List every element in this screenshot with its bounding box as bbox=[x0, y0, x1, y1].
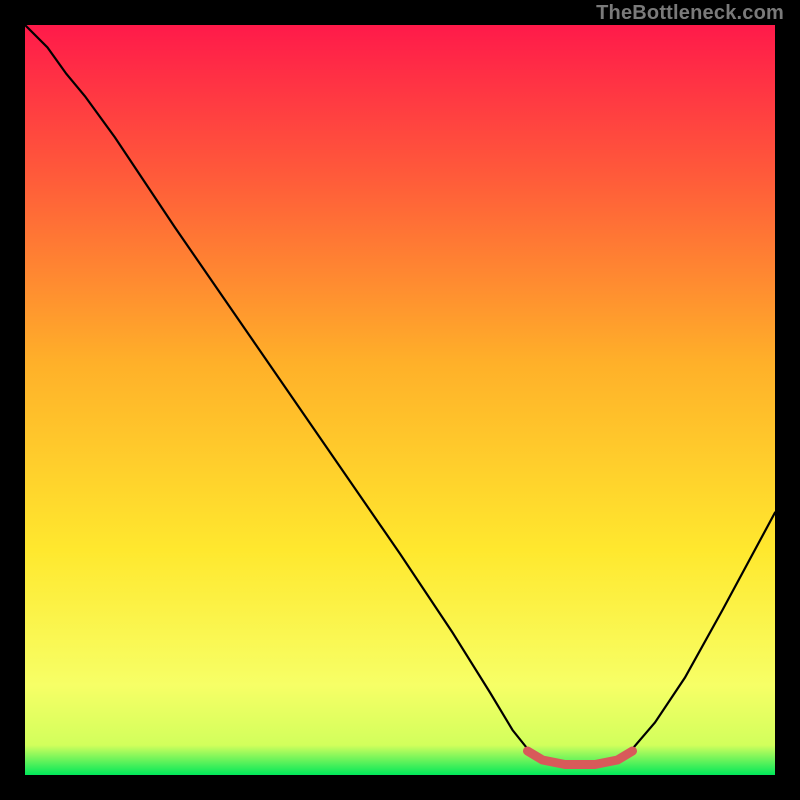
gradient-background bbox=[25, 25, 775, 775]
plot-area bbox=[25, 25, 775, 775]
chart-svg bbox=[25, 25, 775, 775]
watermark-text: TheBottleneck.com bbox=[596, 2, 784, 25]
chart-container: TheBottleneck.com bbox=[0, 0, 800, 800]
